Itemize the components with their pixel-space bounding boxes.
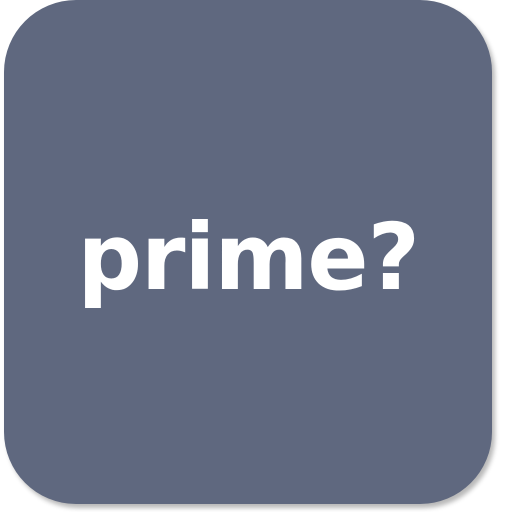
app-icon-label: prime? [77,204,419,311]
app-icon[interactable]: prime? [4,0,492,504]
